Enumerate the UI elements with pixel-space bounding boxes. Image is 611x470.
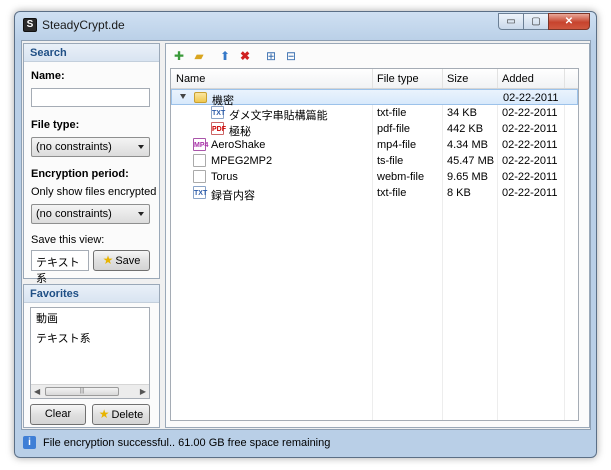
title-bar[interactable]: S SteadyCrypt.de ▭ ▢ ✕ bbox=[15, 12, 596, 40]
file-size: 45.47 MB bbox=[447, 155, 495, 167]
add-files-icon[interactable]: ✚ bbox=[170, 48, 188, 64]
upload-icon[interactable]: ⬆ bbox=[216, 48, 234, 64]
favorites-panel: Favorites 動画 テキスト系 ◀ ||| ▶ Clear ★ Delete bbox=[23, 284, 160, 428]
encryption-period-select-value: (no constraints) bbox=[36, 208, 112, 220]
clear-button[interactable]: Clear bbox=[30, 404, 86, 425]
encryption-period-select[interactable]: (no constraints) bbox=[31, 204, 150, 224]
favorites-list[interactable]: 動画 テキスト系 ◀ ||| ▶ bbox=[30, 307, 150, 399]
files-panel: ✚ ▰ ⬆ ✖ ⊞ ⊟ Name File type Size Added 機密… bbox=[165, 43, 590, 428]
toolbar: ✚ ▰ ⬆ ✖ ⊞ ⊟ bbox=[170, 47, 302, 65]
column-header-added[interactable]: Added bbox=[502, 73, 534, 85]
app-window: S SteadyCrypt.de ▭ ▢ ✕ Search Name: File… bbox=[14, 11, 597, 458]
table-row[interactable]: PDF 極秘 pdf-file 442 KB 02-22-2011 bbox=[171, 121, 578, 138]
folder-icon bbox=[194, 92, 207, 103]
close-button[interactable]: ✕ bbox=[548, 13, 590, 30]
expand-all-icon[interactable]: ⊞ bbox=[262, 48, 280, 64]
file-name: 録音内容 bbox=[211, 190, 255, 202]
file-added: 02-22-2011 bbox=[502, 139, 558, 151]
file-type-select-value: (no constraints) bbox=[36, 141, 112, 153]
info-icon: i bbox=[23, 436, 36, 449]
file-name: MPEG2MP2 bbox=[211, 155, 273, 167]
favorites-panel-header: Favorites bbox=[24, 285, 159, 303]
name-label: Name: bbox=[31, 70, 65, 82]
scroll-right-icon[interactable]: ▶ bbox=[140, 387, 146, 396]
window-controls: ▭ ▢ ✕ bbox=[498, 13, 590, 30]
txt-file-icon: TXT bbox=[193, 186, 207, 199]
chevron-down-icon bbox=[138, 145, 144, 149]
status-text: File encryption successful.. 61.00 GB fr… bbox=[43, 437, 331, 449]
save-button[interactable]: ★ Save bbox=[93, 250, 150, 271]
file-type-select[interactable]: (no constraints) bbox=[31, 137, 150, 157]
table-row[interactable]: Torus webm-file 9.65 MB 02-22-2011 bbox=[171, 169, 578, 185]
file-added: 02-22-2011 bbox=[502, 155, 558, 167]
blank-file-icon bbox=[193, 170, 206, 183]
column-header-name[interactable]: Name bbox=[176, 73, 205, 85]
scroll-left-icon[interactable]: ◀ bbox=[34, 387, 40, 396]
favorite-item[interactable]: 動画 bbox=[31, 308, 149, 328]
encryption-period-label: Encryption period: bbox=[31, 168, 129, 180]
horizontal-scrollbar[interactable]: ◀ ||| ▶ bbox=[31, 384, 149, 398]
file-size: 442 KB bbox=[447, 123, 484, 135]
encryption-period-note: Only show files encrypted bbox=[31, 186, 157, 198]
window-title: SteadyCrypt.de bbox=[42, 18, 125, 32]
collapse-all-icon[interactable]: ⊟ bbox=[282, 48, 300, 64]
file-type: txt-file bbox=[377, 187, 407, 199]
file-added: 02-22-2011 bbox=[502, 187, 558, 199]
file-list-header: Name File type Size Added bbox=[171, 69, 578, 89]
search-panel-header: Search bbox=[24, 44, 159, 62]
save-view-input[interactable]: テキスト系 bbox=[31, 250, 89, 285]
minimize-button[interactable]: ▭ bbox=[498, 13, 524, 30]
file-added: 02-22-2011 bbox=[502, 171, 558, 183]
file-list[interactable]: Name File type Size Added 機密 02-22-2011 … bbox=[170, 68, 579, 421]
add-folder-icon[interactable]: ▰ bbox=[190, 48, 208, 64]
file-size: 9.65 MB bbox=[447, 171, 488, 183]
column-header-size[interactable]: Size bbox=[447, 73, 468, 85]
column-header-file-type[interactable]: File type bbox=[377, 73, 419, 85]
file-type: pdf-file bbox=[377, 123, 411, 135]
file-rows: 機密 02-22-2011 TXT ダメ文字串貼構篇能 txt-file 34 … bbox=[171, 89, 578, 202]
table-row[interactable]: MP4 AeroShake mp4-file 4.34 MB 02-22-201… bbox=[171, 137, 578, 153]
search-panel: Search Name: File type: (no constraints)… bbox=[23, 43, 160, 285]
file-type: mp4-file bbox=[377, 139, 417, 151]
collapse-triangle-icon[interactable] bbox=[180, 94, 186, 99]
star-delete-icon: ★ bbox=[98, 407, 110, 421]
file-added: 02-22-2011 bbox=[502, 123, 558, 135]
pdf-file-icon: PDF bbox=[211, 122, 226, 135]
file-size: 34 KB bbox=[447, 107, 477, 119]
maximize-button[interactable]: ▢ bbox=[523, 13, 549, 30]
file-name: Torus bbox=[211, 171, 238, 183]
app-logo-icon: S bbox=[23, 18, 37, 32]
blank-file-icon bbox=[193, 154, 206, 167]
file-size: 4.34 MB bbox=[447, 139, 488, 151]
file-type-label: File type: bbox=[31, 119, 80, 131]
star-icon: ★ bbox=[102, 253, 114, 267]
save-view-label: Save this view: bbox=[31, 234, 105, 246]
table-row[interactable]: MPEG2MP2 ts-file 45.47 MB 02-22-2011 bbox=[171, 153, 578, 169]
chevron-down-icon bbox=[138, 212, 144, 216]
table-row[interactable]: TXT 録音内容 txt-file 8 KB 02-22-2011 bbox=[171, 185, 578, 202]
file-added: 02-22-2011 bbox=[503, 92, 559, 104]
client-area: Search Name: File type: (no constraints)… bbox=[21, 40, 591, 430]
txt-file-icon: TXT bbox=[211, 106, 225, 119]
delete-button-label: Delete bbox=[111, 409, 144, 421]
table-row[interactable]: 機密 02-22-2011 bbox=[171, 89, 578, 107]
file-type: webm-file bbox=[377, 171, 425, 183]
table-row[interactable]: TXT ダメ文字串貼構篇能 txt-file 34 KB 02-22-2011 bbox=[171, 105, 578, 122]
delete-favorite-button[interactable]: ★ Delete bbox=[92, 404, 150, 425]
file-added: 02-22-2011 bbox=[502, 107, 558, 119]
scrollbar-thumb[interactable]: ||| bbox=[45, 387, 119, 396]
favorite-item[interactable]: テキスト系 bbox=[31, 328, 149, 348]
delete-icon[interactable]: ✖ bbox=[236, 48, 254, 64]
file-type: ts-file bbox=[377, 155, 404, 167]
mp4-file-icon: MP4 bbox=[193, 138, 208, 151]
file-type: txt-file bbox=[377, 107, 407, 119]
status-bar: i File encryption successful.. 61.00 GB … bbox=[21, 433, 591, 453]
name-input[interactable] bbox=[31, 88, 150, 107]
file-name: AeroShake bbox=[211, 139, 266, 151]
file-size: 8 KB bbox=[447, 187, 471, 199]
save-button-label: Save bbox=[115, 255, 141, 267]
